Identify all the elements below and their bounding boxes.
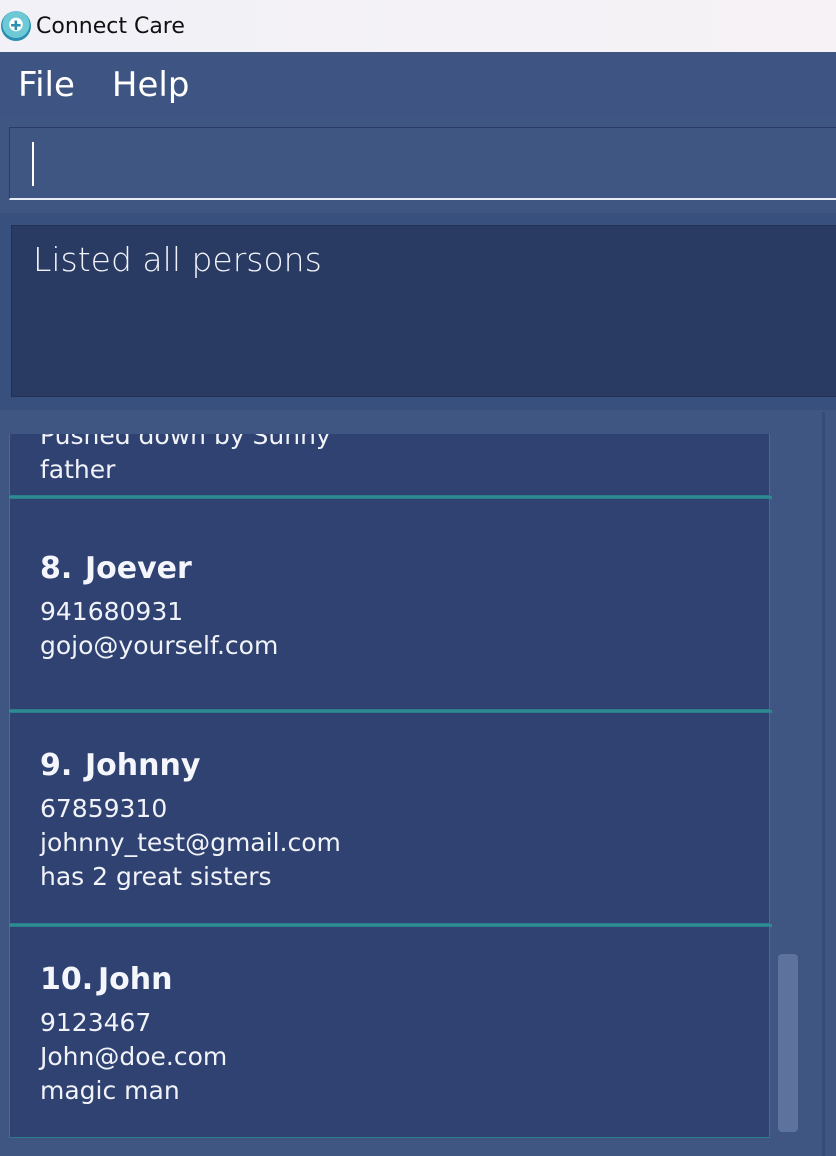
person-remark: father <box>40 455 116 484</box>
person-card[interactable]: 8. Joever 941680931 gojo@yourself.com <box>9 498 770 710</box>
person-name: Johnny <box>85 748 201 783</box>
person-card[interactable]: 10. John 9123467 John@doe.com magic man <box>9 926 770 1138</box>
person-list[interactable]: Pushed down by Sunny father 8. Joever 94… <box>9 434 772 1152</box>
text-caret <box>32 142 34 186</box>
app-logo-icon: ✚ <box>1 11 31 41</box>
person-name: Joever <box>85 551 192 586</box>
person-remark: magic man <box>40 1076 180 1105</box>
person-index: 10. <box>40 962 94 997</box>
scrollbar-thumb[interactable] <box>778 954 798 1132</box>
menu-bar: File Help <box>0 53 836 116</box>
title-bar: ✚ Connect Care <box>0 0 836 52</box>
person-name: John <box>98 962 173 997</box>
person-email: John@doe.com <box>40 1042 228 1071</box>
panel-divider <box>822 412 825 1156</box>
person-index: 8. <box>40 551 73 586</box>
person-list-panel: Pushed down by Sunny father 8. Joever 94… <box>0 412 836 1156</box>
command-input[interactable] <box>10 128 836 198</box>
menu-help[interactable]: Help <box>112 65 190 105</box>
person-email: gojo@yourself.com <box>40 631 279 660</box>
menu-file[interactable]: File <box>18 65 75 105</box>
window-title: Connect Care <box>36 13 185 39</box>
person-phone: 9123467 <box>40 1008 152 1037</box>
person-remark: Pushed down by Sunny <box>40 434 331 450</box>
person-phone: 67859310 <box>40 794 168 823</box>
command-box[interactable] <box>9 127 836 200</box>
person-index: 9. <box>40 748 73 783</box>
person-card[interactable]: 9. Johnny 67859310 johnny_test@gmail.com… <box>9 712 770 924</box>
person-remark: has 2 great sisters <box>40 862 272 891</box>
result-panel: Listed all persons <box>0 213 836 410</box>
result-message: Listed all persons <box>33 240 322 279</box>
result-display: Listed all persons <box>11 225 836 397</box>
person-email: johnny_test@gmail.com <box>40 828 341 857</box>
person-phone: 941680931 <box>40 597 184 626</box>
person-card[interactable]: Pushed down by Sunny father <box>9 434 770 496</box>
